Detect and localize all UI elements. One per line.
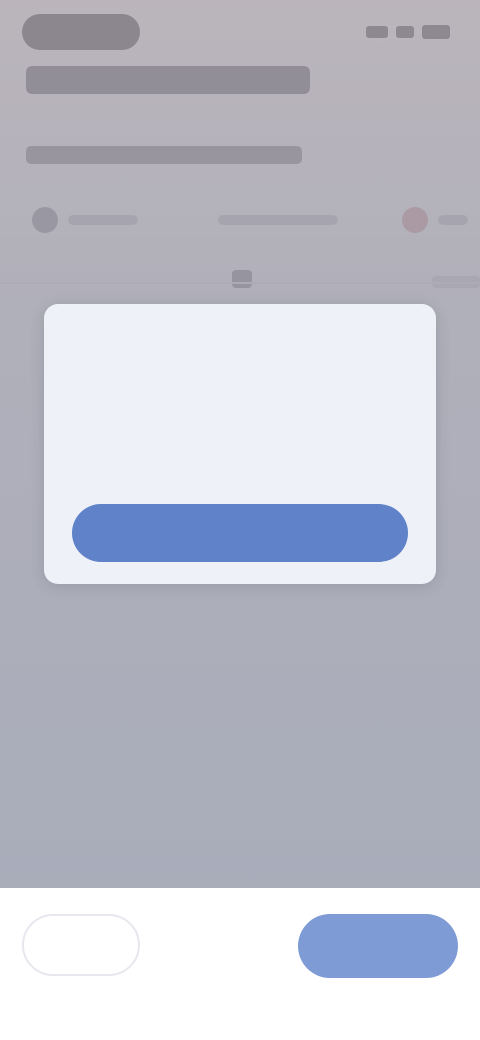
- bottom-action-bar: [0, 888, 480, 1040]
- secondary-button[interactable]: [22, 914, 140, 976]
- primary-button[interactable]: [298, 914, 458, 978]
- dialog-confirm-button[interactable]: [72, 504, 408, 562]
- alert-dialog: [44, 304, 436, 584]
- app-screen: [0, 0, 480, 1040]
